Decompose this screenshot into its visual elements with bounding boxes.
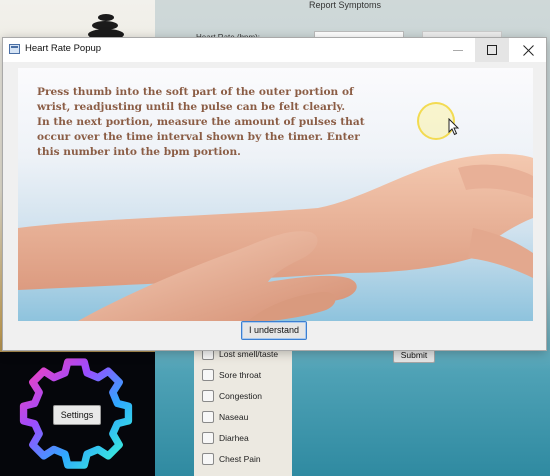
checkbox[interactable] bbox=[202, 453, 214, 465]
instruction-line: In the next portion, measure the amount … bbox=[37, 116, 365, 128]
symptom-diarhea[interactable]: Diarhea bbox=[202, 430, 249, 446]
symptom-label: Naseau bbox=[219, 412, 249, 422]
i-understand-button[interactable]: I understand bbox=[241, 321, 307, 340]
checkbox[interactable] bbox=[202, 390, 214, 402]
minimize-button[interactable] bbox=[441, 38, 475, 62]
pulse-instructions: Press thumb into the soft part of the ou… bbox=[37, 85, 417, 160]
symptom-label: Chest Pain bbox=[219, 454, 261, 464]
instruction-line: occur over the time interval shown by th… bbox=[37, 131, 360, 143]
maximize-icon bbox=[487, 45, 497, 55]
symptom-chest-pain[interactable]: Chest Pain bbox=[202, 451, 261, 467]
checkbox[interactable] bbox=[202, 432, 214, 444]
settings-button[interactable]: Settings bbox=[53, 405, 101, 425]
symptom-congestion[interactable]: Congestion bbox=[202, 388, 262, 404]
maximize-button[interactable] bbox=[475, 38, 509, 62]
window-title: Heart Rate Popup bbox=[25, 43, 102, 54]
symptom-label: Sore throat bbox=[219, 370, 262, 380]
symptom-naseau[interactable]: Naseau bbox=[202, 409, 248, 425]
checkbox[interactable] bbox=[202, 411, 214, 423]
close-icon bbox=[522, 44, 534, 56]
instruction-line: this number into the bpm portion. bbox=[37, 146, 241, 158]
symptom-sore-throat[interactable]: Sore throat bbox=[202, 367, 261, 383]
symptom-label: Diarhea bbox=[219, 433, 249, 443]
window-app-icon bbox=[9, 44, 20, 54]
instruction-line: Press thumb into the soft part of the ou… bbox=[37, 86, 354, 98]
mouse-cursor-icon bbox=[448, 118, 460, 136]
close-button[interactable] bbox=[511, 38, 545, 62]
pulse-instruction-image: Press thumb into the soft part of the ou… bbox=[18, 68, 533, 321]
symptom-label: Congestion bbox=[219, 391, 263, 401]
checkbox[interactable] bbox=[202, 369, 214, 381]
report-symptoms-title: Report Symptoms bbox=[308, 0, 382, 10]
instruction-line: wrist, readjusting until the pulse can b… bbox=[37, 101, 346, 113]
minimize-icon bbox=[453, 50, 463, 51]
heart-rate-popup-window: Heart Rate Popup Press thumb into the so… bbox=[2, 37, 547, 351]
title-bar[interactable]: Heart Rate Popup bbox=[3, 38, 546, 62]
